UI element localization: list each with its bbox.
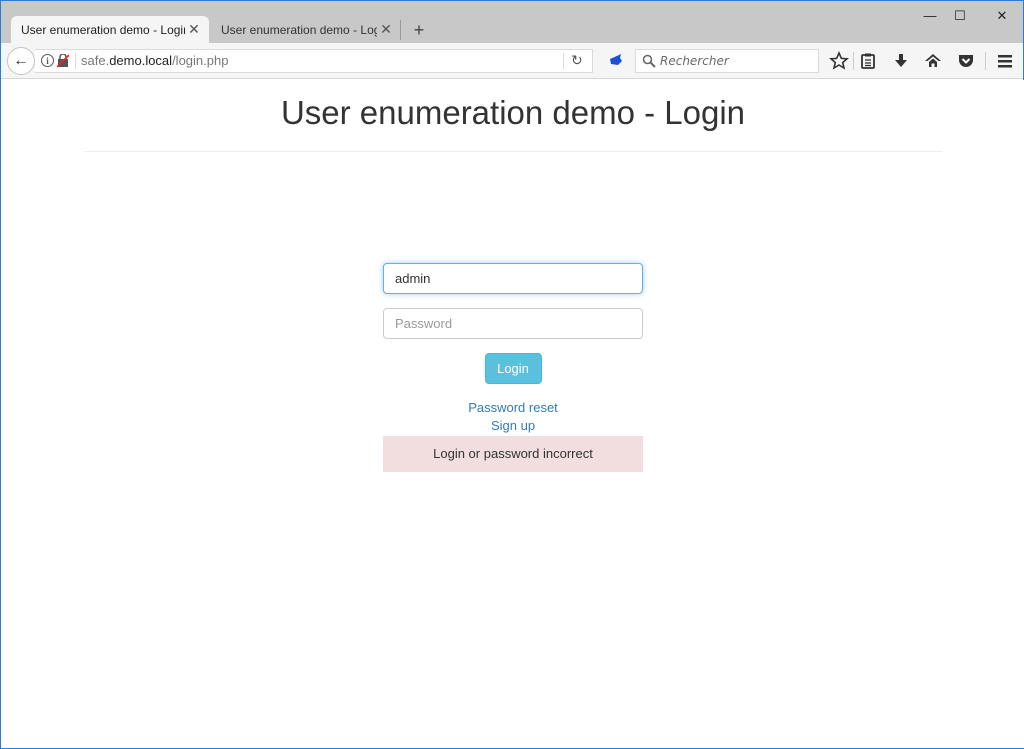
close-tab-icon[interactable]: ✕ (377, 21, 395, 38)
home-icon[interactable] (923, 51, 943, 71)
menu-icon[interactable] (995, 51, 1015, 71)
nav-toolbar: i safe.demo.local/login.php ↻ ← (1, 43, 1023, 79)
info-icon[interactable]: i (41, 54, 54, 67)
back-icon: ← (13, 52, 29, 69)
tab-title: User enumeration demo - Login (21, 22, 185, 37)
tab-active[interactable]: User enumeration demo - Login ✕ (11, 16, 209, 43)
url-prefix: safe. (81, 53, 110, 68)
error-alert: Login or password incorrect (383, 436, 643, 472)
page-content: User enumeration demo - Login Login Pass… (2, 80, 1024, 748)
tab-title: User enumeration demo - Login (221, 22, 377, 37)
pocket-icon[interactable] (956, 51, 976, 71)
new-tab-button[interactable]: + (409, 19, 429, 41)
insecure-lock-icon[interactable] (57, 54, 69, 67)
url-text[interactable]: safe.demo.local/login.php (81, 53, 228, 68)
sign-up-link[interactable]: Sign up (383, 417, 643, 435)
search-bar (635, 49, 819, 73)
reload-icon[interactable]: ↻ (571, 52, 583, 69)
login-button[interactable]: Login (484, 353, 542, 384)
minimize-button[interactable]: — (915, 5, 945, 27)
reading-list-icon[interactable] (858, 51, 878, 71)
url-path: /login.php (172, 53, 229, 68)
browser-window: User enumeration demo - Login ✕ User enu… (0, 0, 1024, 749)
maximize-button[interactable]: ☐ (945, 5, 975, 27)
header-divider (84, 151, 942, 152)
username-input[interactable] (383, 263, 643, 294)
password-input[interactable] (383, 308, 643, 339)
toolbar-divider (853, 52, 854, 70)
page-title: User enumeration demo - Login (280, 94, 746, 131)
toolbar-divider (985, 52, 986, 70)
url-divider (75, 53, 76, 70)
download-icon[interactable] (891, 51, 911, 71)
search-input[interactable] (660, 52, 810, 70)
url-host: demo.local (109, 53, 173, 68)
bookmark-star-icon[interactable] (829, 51, 849, 71)
extension-icon[interactable] (609, 54, 623, 66)
login-form: Login Password reset Sign up Login or pa… (383, 263, 643, 472)
search-icon (642, 54, 656, 68)
back-button[interactable]: ← (7, 47, 35, 75)
password-reset-link[interactable]: Password reset (383, 399, 643, 417)
tab-divider (400, 20, 401, 40)
reload-divider (563, 53, 564, 70)
close-tab-icon[interactable]: ✕ (185, 21, 203, 38)
title-bar: User enumeration demo - Login ✕ User enu… (1, 1, 1023, 43)
tab-inactive[interactable]: User enumeration demo - Login ✕ (211, 16, 401, 43)
url-bar[interactable]: i safe.demo.local/login.php ↻ (35, 49, 593, 73)
close-window-button[interactable]: ✕ (987, 5, 1017, 27)
auth-links: Password reset Sign up (383, 399, 643, 435)
